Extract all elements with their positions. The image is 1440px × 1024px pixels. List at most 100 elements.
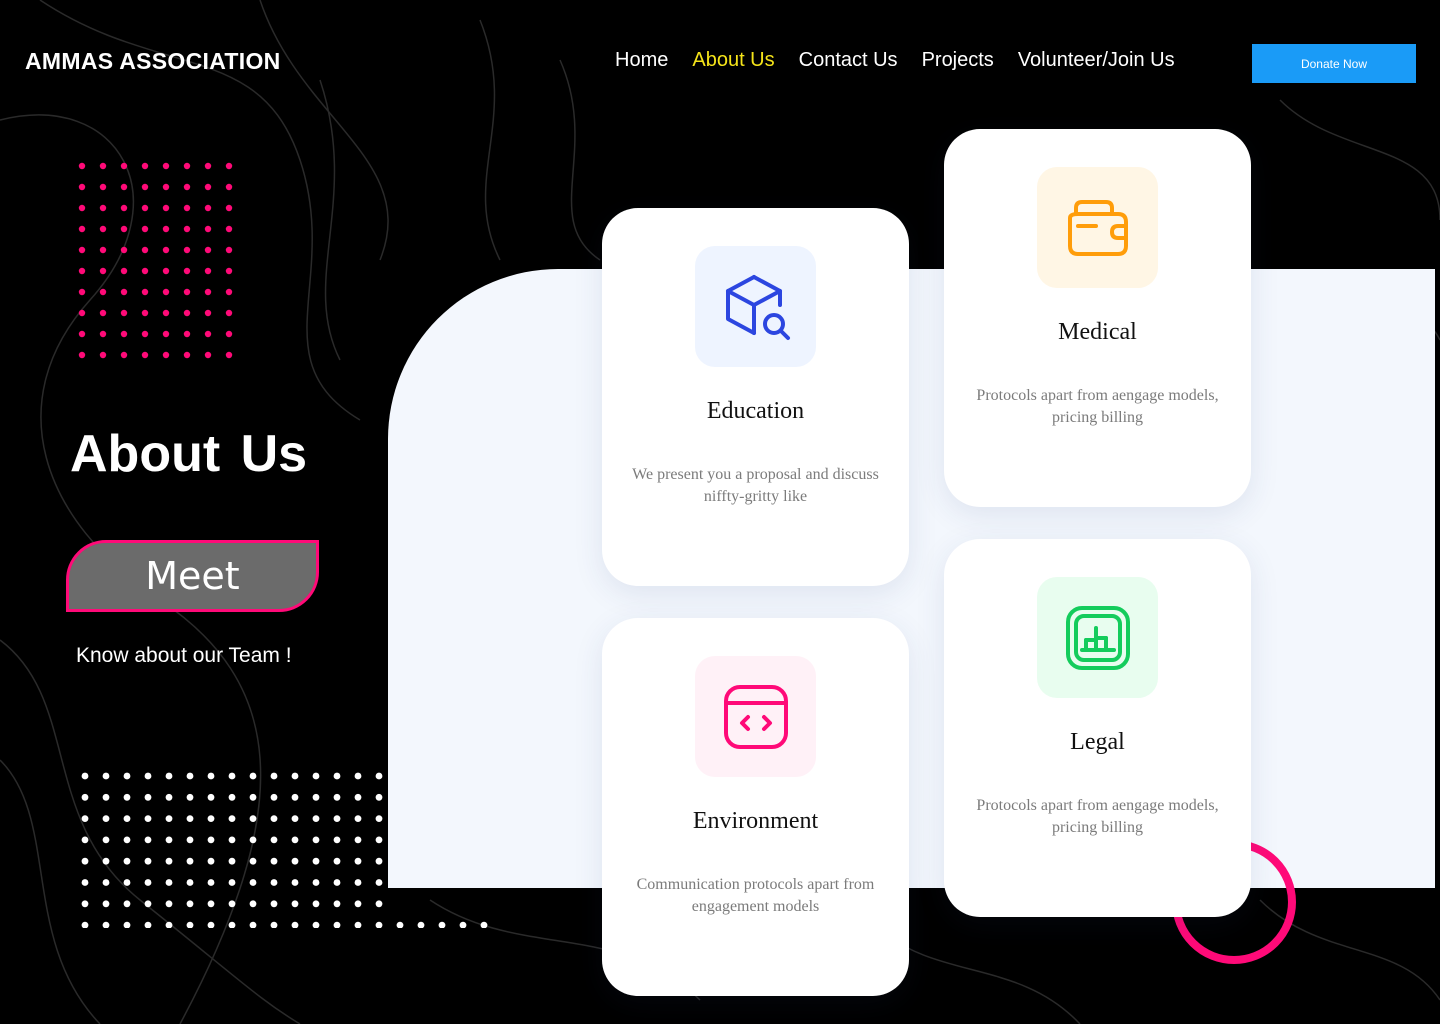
decor-dot	[204, 204, 212, 212]
decor-dot	[81, 879, 89, 886]
decor-dot	[333, 793, 341, 801]
decor-dot	[99, 183, 107, 191]
decor-dot	[333, 772, 341, 780]
services-panel-background	[388, 269, 1435, 888]
decor-dot	[120, 288, 128, 296]
decor-dot	[78, 162, 86, 170]
decor-dot	[81, 900, 89, 908]
decor-dot	[207, 879, 215, 886]
decor-dot	[375, 921, 383, 928]
donate-now-button[interactable]: Donate Now	[1252, 44, 1416, 83]
decor-dot	[225, 267, 233, 275]
decor-dot	[375, 772, 383, 780]
decor-dot	[102, 857, 110, 865]
decor-dot	[141, 204, 149, 212]
decor-dot	[99, 288, 107, 296]
decor-dot	[417, 921, 425, 928]
decor-dot	[165, 772, 173, 780]
decor-dot	[99, 267, 107, 275]
decor-dot	[225, 162, 233, 170]
decor-dot	[207, 900, 215, 908]
decor-dot	[291, 900, 299, 908]
pink-dot-grid-decoration	[78, 162, 233, 359]
nav-home[interactable]: Home	[615, 49, 668, 72]
decor-dot	[207, 793, 215, 801]
decor-dot	[186, 793, 194, 801]
decor-dot	[249, 900, 257, 908]
decor-dot	[204, 183, 212, 191]
decor-dot	[312, 879, 320, 886]
decor-dot	[204, 162, 212, 170]
card-title: Medical	[1058, 319, 1137, 345]
decor-dot	[186, 857, 194, 865]
decor-dot	[270, 815, 278, 822]
decor-dot	[162, 183, 170, 191]
service-card-environment[interactable]: Environment Communication protocols apar…	[602, 618, 909, 996]
decor-dot	[333, 879, 341, 886]
decor-dot	[144, 900, 152, 908]
decor-dot	[123, 857, 131, 865]
decor-dot	[99, 246, 107, 254]
decor-dot	[165, 793, 173, 801]
decor-dot	[396, 921, 404, 928]
decor-dot	[204, 288, 212, 296]
decor-dot	[78, 225, 86, 233]
nav-projects[interactable]: Projects	[922, 49, 994, 72]
nav-contact-us[interactable]: Contact Us	[799, 49, 898, 72]
decor-dot	[249, 836, 257, 844]
decor-dot	[228, 900, 236, 908]
meet-button[interactable]: Meet	[66, 540, 319, 612]
decor-dot	[354, 836, 362, 844]
decor-dot	[333, 815, 341, 822]
page-title: About Us	[70, 425, 308, 483]
chart-square-icon	[1065, 605, 1130, 670]
card-title: Education	[706, 398, 805, 424]
decor-dot	[123, 815, 131, 822]
decor-dot	[123, 793, 131, 801]
decor-dot	[78, 288, 86, 296]
decor-dot	[102, 921, 110, 928]
decor-dot	[183, 225, 191, 233]
decor-dot	[186, 879, 194, 886]
decor-dot	[141, 309, 149, 317]
decor-dot	[375, 836, 383, 844]
decor-dot	[312, 836, 320, 844]
decor-dot	[81, 921, 89, 928]
decor-dot	[183, 204, 191, 212]
decor-dot	[354, 900, 362, 908]
decor-dot	[183, 183, 191, 191]
decor-dot	[78, 351, 86, 359]
nav-volunteer-join-us[interactable]: Volunteer/Join Us	[1018, 49, 1175, 72]
service-card-education[interactable]: Education We present you a proposal and …	[602, 208, 909, 586]
decor-dot	[141, 288, 149, 296]
decor-dot	[291, 921, 299, 928]
decor-dot	[291, 772, 299, 780]
decor-dot	[102, 815, 110, 822]
service-card-legal[interactable]: Legal Protocols apart from aengage model…	[944, 539, 1251, 917]
decor-dot	[162, 309, 170, 317]
brand-logo-text[interactable]: AMMAS ASSOCIATION	[25, 48, 281, 75]
decor-dot	[249, 815, 257, 822]
decor-dot	[141, 183, 149, 191]
nav-about-us[interactable]: About Us	[692, 49, 774, 72]
decor-dot	[144, 879, 152, 886]
decor-dot	[120, 351, 128, 359]
decor-dot	[333, 857, 341, 865]
decor-dot	[120, 267, 128, 275]
decor-dot	[102, 793, 110, 801]
decor-dot	[99, 204, 107, 212]
decor-dot	[99, 225, 107, 233]
decor-dot	[102, 879, 110, 886]
decor-dot	[81, 857, 89, 865]
team-subtitle: Know about our Team !	[76, 644, 292, 667]
decor-dot	[99, 351, 107, 359]
service-card-medical[interactable]: Medical Protocols apart from aengage mod…	[944, 129, 1251, 507]
card-description: Protocols apart from aengage models, pri…	[976, 797, 1219, 836]
decor-dot	[102, 836, 110, 844]
decor-dot	[225, 183, 233, 191]
decor-dot	[270, 857, 278, 865]
decor-dot	[270, 772, 278, 780]
icon-container	[1037, 577, 1158, 698]
decor-dot	[120, 183, 128, 191]
decor-dot	[186, 836, 194, 844]
